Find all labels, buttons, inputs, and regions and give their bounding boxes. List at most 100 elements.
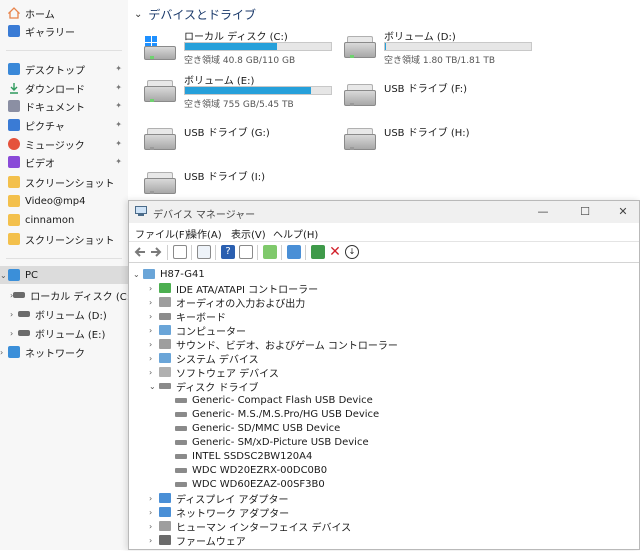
- drive-tile[interactable]: ローカル ディスク (C:) 空き領域 40.8 GB/110 GB: [144, 28, 334, 72]
- usage-bar-fill: [185, 43, 277, 50]
- tree-category[interactable]: › サウンド、ビデオ、およびゲーム コントローラー: [149, 337, 398, 352]
- title-bar[interactable]: デバイス マネージャー — ☐ ✕: [129, 201, 639, 223]
- tree-node-label: コンピューター: [176, 326, 246, 338]
- tree-category[interactable]: › ソフトウェア デバイス: [149, 365, 279, 380]
- music-icon: [8, 138, 20, 150]
- help-icon[interactable]: ?: [221, 245, 235, 259]
- sidebar-item-home[interactable]: ホーム: [0, 4, 128, 22]
- sidebar-item-label: ギャラリー: [25, 27, 75, 39]
- sidebar-item-drive-d[interactable]: › ボリューム (D:): [0, 305, 128, 323]
- tree-category[interactable]: › ネットワーク アダプター: [149, 505, 289, 520]
- tree-node-label: ファームウェア: [176, 536, 246, 548]
- menu-help[interactable]: ヘルプ(H): [273, 226, 318, 241]
- tree-device[interactable]: Generic- SM/xD-Picture USB Device: [175, 435, 369, 449]
- drive-tile[interactable]: USB ドライブ (H:): [344, 120, 534, 164]
- drive-name: ローカル ディスク (C:): [184, 32, 288, 43]
- minimize-button[interactable]: —: [529, 203, 557, 221]
- section-header[interactable]: ⌄ デバイスとドライブ: [134, 6, 256, 23]
- uninstall-icon[interactable]: ✕: [328, 245, 342, 259]
- gallery-icon: [8, 25, 20, 37]
- forward-icon[interactable]: [149, 245, 163, 259]
- sidebar-item-pc[interactable]: ⌄ PC: [0, 266, 128, 284]
- disable-icon[interactable]: ↓: [345, 245, 359, 259]
- toolbar-separator: [257, 245, 258, 260]
- show-hide-icon[interactable]: [173, 245, 187, 259]
- sidebar-item-folder[interactable]: スクリーンショット: [0, 230, 128, 248]
- divider: [6, 258, 122, 259]
- drive-icon: [18, 311, 30, 317]
- drive-name: USB ドライブ (H:): [384, 128, 470, 139]
- windows-drive-icon: [144, 36, 176, 60]
- chevron-right-icon: ›: [149, 535, 153, 545]
- tree-category[interactable]: › ヒューマン インターフェイス デバイス: [149, 519, 351, 534]
- sidebar-item-folder[interactable]: cinnamon: [0, 211, 128, 229]
- monitor-icon[interactable]: [287, 245, 301, 259]
- sidebar-item-desktop[interactable]: デスクトップ ✦: [0, 60, 128, 78]
- disk-drive-icon: [175, 453, 187, 459]
- details-icon[interactable]: [239, 245, 253, 259]
- menu-file[interactable]: ファイル(F): [135, 226, 189, 241]
- sidebar-item-network[interactable]: › ネットワーク: [0, 343, 128, 361]
- download-icon: [8, 82, 20, 94]
- usage-bar: [384, 42, 532, 51]
- scan-icon[interactable]: [263, 245, 277, 259]
- tree-root[interactable]: ⌄ H87-G41: [133, 267, 205, 281]
- maximize-button[interactable]: ☐: [571, 203, 599, 221]
- close-button[interactable]: ✕: [609, 203, 637, 221]
- drive-name: USB ドライブ (F:): [384, 84, 468, 95]
- tree-device[interactable]: WDC WD60EZAZ-00SF3B0: [175, 477, 325, 491]
- disk-drive-icon: [159, 383, 171, 389]
- tree-device[interactable]: Generic- Compact Flash USB Device: [175, 393, 373, 407]
- chevron-right-icon: ›: [149, 521, 153, 531]
- sidebar-item-label: ローカル ディスク (C:): [30, 291, 135, 303]
- tree-category[interactable]: › IDE ATA/ATAPI コントローラー: [149, 281, 318, 296]
- tree-device[interactable]: Generic- M.S./M.S.Pro/HG USB Device: [175, 407, 379, 421]
- drive-free-space: 空き領域 40.8 GB/110 GB: [184, 56, 296, 66]
- chevron-right-icon: ›: [149, 507, 153, 517]
- tree-device[interactable]: Generic- SD/MMC USB Device: [175, 421, 340, 435]
- properties-icon[interactable]: [197, 245, 211, 259]
- tree-category[interactable]: ⌄ ディスク ドライブ: [149, 379, 258, 394]
- tree-category[interactable]: › オーディオの入力および出力: [149, 295, 305, 310]
- display-icon: [159, 493, 171, 503]
- menu-action[interactable]: 操作(A): [187, 226, 222, 241]
- desktop-icon: [8, 63, 20, 75]
- sidebar-item-drive-c[interactable]: › ローカル ディスク (C:): [0, 286, 134, 304]
- sidebar-item-downloads[interactable]: ダウンロード ✦: [0, 79, 128, 97]
- sidebar-item-videos[interactable]: ビデオ ✦: [0, 153, 128, 171]
- tree-category[interactable]: › ファームウェア: [149, 533, 246, 548]
- disk-drive-icon: [175, 481, 187, 487]
- menu-view[interactable]: 表示(V): [231, 226, 266, 241]
- tree-category[interactable]: › ディスプレイ アダプター: [149, 491, 288, 506]
- sidebar-item-gallery[interactable]: ギャラリー: [0, 22, 128, 40]
- sidebar-item-pictures[interactable]: ピクチャ ✦: [0, 116, 128, 134]
- device-tree: ⌄ H87-G41 › IDE ATA/ATAPI コントローラー › オーディ…: [129, 263, 639, 551]
- update-driver-icon[interactable]: [311, 245, 325, 259]
- tree-category[interactable]: › キーボード: [149, 309, 226, 324]
- sidebar-item-music[interactable]: ミュージック ✦: [0, 135, 128, 153]
- sidebar-item-label: PC: [25, 269, 39, 281]
- drive-tile[interactable]: ボリューム (D:) 空き領域 1.80 TB/1.81 TB: [344, 28, 534, 72]
- sidebar-item-label: ピクチャ: [25, 121, 65, 133]
- sidebar-item-folder[interactable]: スクリーンショット: [0, 173, 128, 191]
- keyboard-icon: [159, 312, 171, 320]
- drive-tile[interactable]: ボリューム (E:) 空き領域 755 GB/5.45 TB: [144, 72, 334, 116]
- tree-category[interactable]: › コンピューター: [149, 323, 246, 338]
- sidebar-item-drive-e[interactable]: › ボリューム (E:): [0, 324, 128, 342]
- drive-tile[interactable]: USB ドライブ (G:): [144, 120, 334, 164]
- sidebar-item-label: ホーム: [25, 9, 55, 21]
- tree-node-label: WDC WD60EZAZ-00SF3B0: [192, 478, 325, 490]
- system-icon: [159, 353, 171, 363]
- tree-device[interactable]: INTEL SSDSC2BW120A4: [175, 449, 312, 463]
- pin-icon: ✦: [115, 83, 122, 92]
- tree-category[interactable]: › システム デバイス: [149, 351, 259, 366]
- sidebar-item-folder[interactable]: Video@mp4: [0, 192, 128, 210]
- drive-tile[interactable]: USB ドライブ (F:): [344, 76, 534, 120]
- tree-device[interactable]: WDC WD20EZRX-00DC0B0: [175, 463, 327, 477]
- disk-drive-icon: [175, 411, 187, 417]
- back-icon[interactable]: [133, 245, 147, 259]
- sidebar-item-documents[interactable]: ドキュメント ✦: [0, 97, 128, 115]
- tree-node-label: Generic- Compact Flash USB Device: [192, 394, 373, 406]
- drive-icon: [18, 330, 30, 336]
- pin-icon: ✦: [115, 120, 122, 129]
